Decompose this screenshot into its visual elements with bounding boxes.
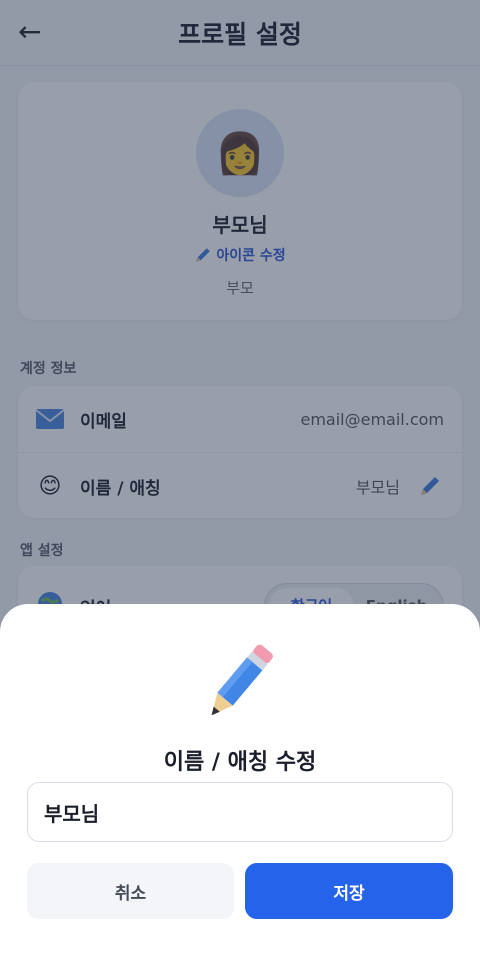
name-input[interactable] bbox=[27, 782, 453, 842]
pencil-icon bbox=[203, 642, 277, 728]
cancel-button[interactable]: 취소 bbox=[27, 863, 234, 919]
edit-name-sheet: 이름 / 애칭 수정 취소 저장 bbox=[0, 604, 480, 969]
save-button[interactable]: 저장 bbox=[245, 863, 453, 919]
sheet-title: 이름 / 애칭 수정 bbox=[163, 750, 317, 775]
